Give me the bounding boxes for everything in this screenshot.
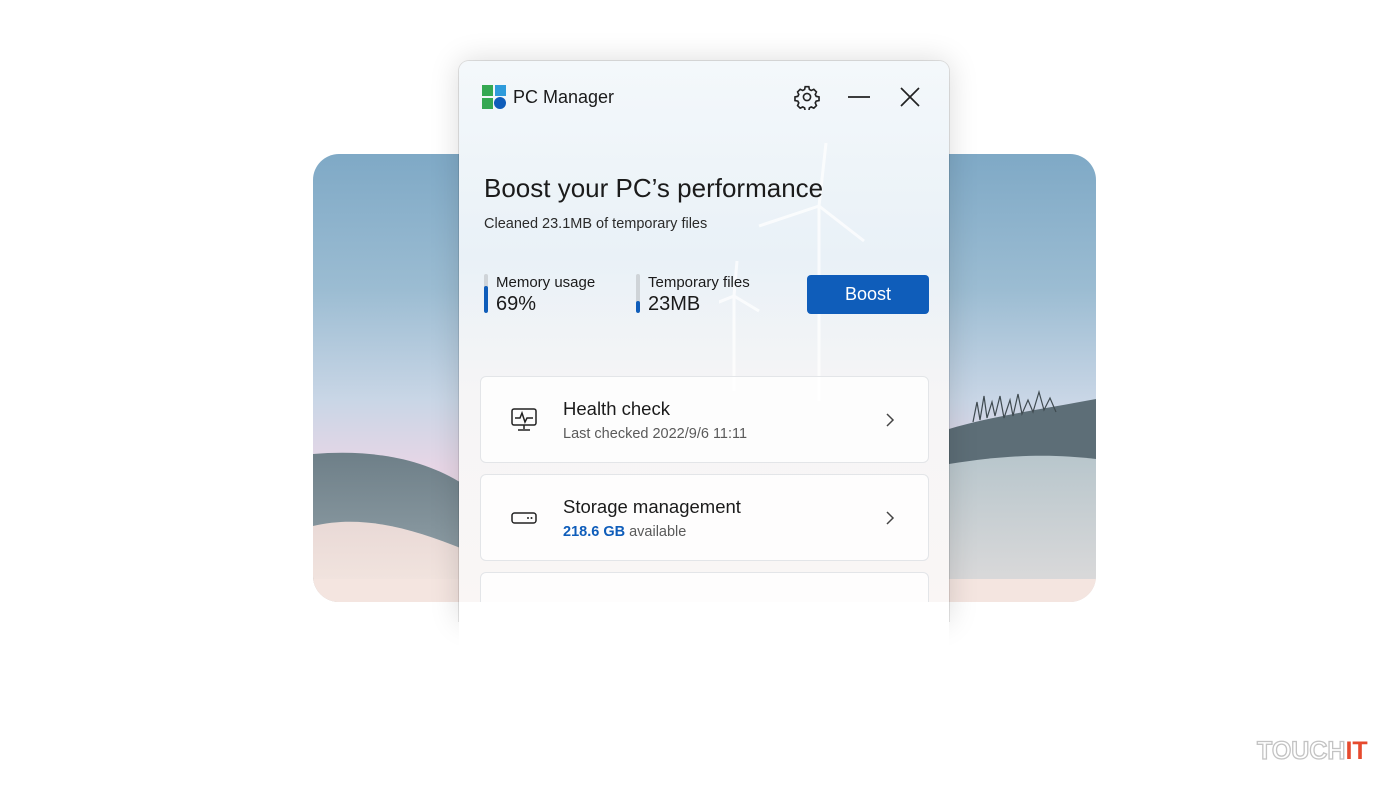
temporary-files-value: 23MB: [648, 293, 701, 315]
boost-button[interactable]: Boost: [807, 275, 929, 314]
title-bar: PC Manager: [459, 61, 949, 131]
temporary-files-label: Temporary files: [648, 274, 750, 291]
watermark-part-it: IT: [1345, 737, 1368, 765]
temporary-files-stat: Temporary files 23MB: [636, 274, 776, 316]
pc-manager-window: PC Manager Boost your PC’s performance C…: [459, 61, 949, 621]
memory-usage-bar: [484, 274, 488, 313]
storage-drive-icon: [511, 512, 537, 524]
storage-management-title: Storage management: [563, 496, 741, 517]
touchit-watermark-logo: TOUCHIT: [1256, 736, 1368, 766]
settings-button[interactable]: [791, 81, 823, 113]
chevron-right-icon: [886, 511, 895, 525]
health-check-last-checked: Last checked 2022/9/6 11:11: [563, 426, 748, 442]
app-title: PC Manager: [513, 87, 615, 107]
minimize-icon: [848, 96, 870, 98]
close-icon: [900, 87, 920, 107]
gear-icon: [794, 85, 820, 110]
minimize-button[interactable]: [843, 81, 875, 113]
storage-management-card[interactable]: Storage management 218.6 GB available: [480, 474, 929, 561]
chevron-right-icon: [886, 413, 895, 427]
memory-usage-bar-fill: [484, 286, 488, 313]
memory-usage-label: Memory usage: [496, 274, 596, 291]
health-check-card[interactable]: Health check Last checked 2022/9/6 11:11: [480, 376, 929, 463]
watermark-part-touch: TOUCH: [1256, 736, 1346, 765]
health-monitor-icon: [511, 408, 537, 431]
window-crop-mask: [459, 602, 949, 802]
storage-available-text: 218.6 GB available: [563, 524, 686, 540]
health-check-title: Health check: [563, 398, 670, 419]
storage-available-amount: 218.6 GB: [563, 524, 626, 540]
memory-usage-stat: Memory usage 69%: [484, 274, 614, 316]
close-button[interactable]: [894, 81, 926, 113]
temporary-files-bar: [636, 274, 640, 313]
page-title: Boost your PC’s performance: [484, 173, 824, 203]
app-logo-icon: [482, 85, 506, 109]
cleaned-status-text: Cleaned 23.1MB of temporary files: [484, 216, 708, 232]
memory-usage-value: 69%: [496, 293, 537, 315]
storage-available-suffix: available: [625, 524, 687, 540]
temporary-files-bar-fill: [636, 301, 640, 313]
